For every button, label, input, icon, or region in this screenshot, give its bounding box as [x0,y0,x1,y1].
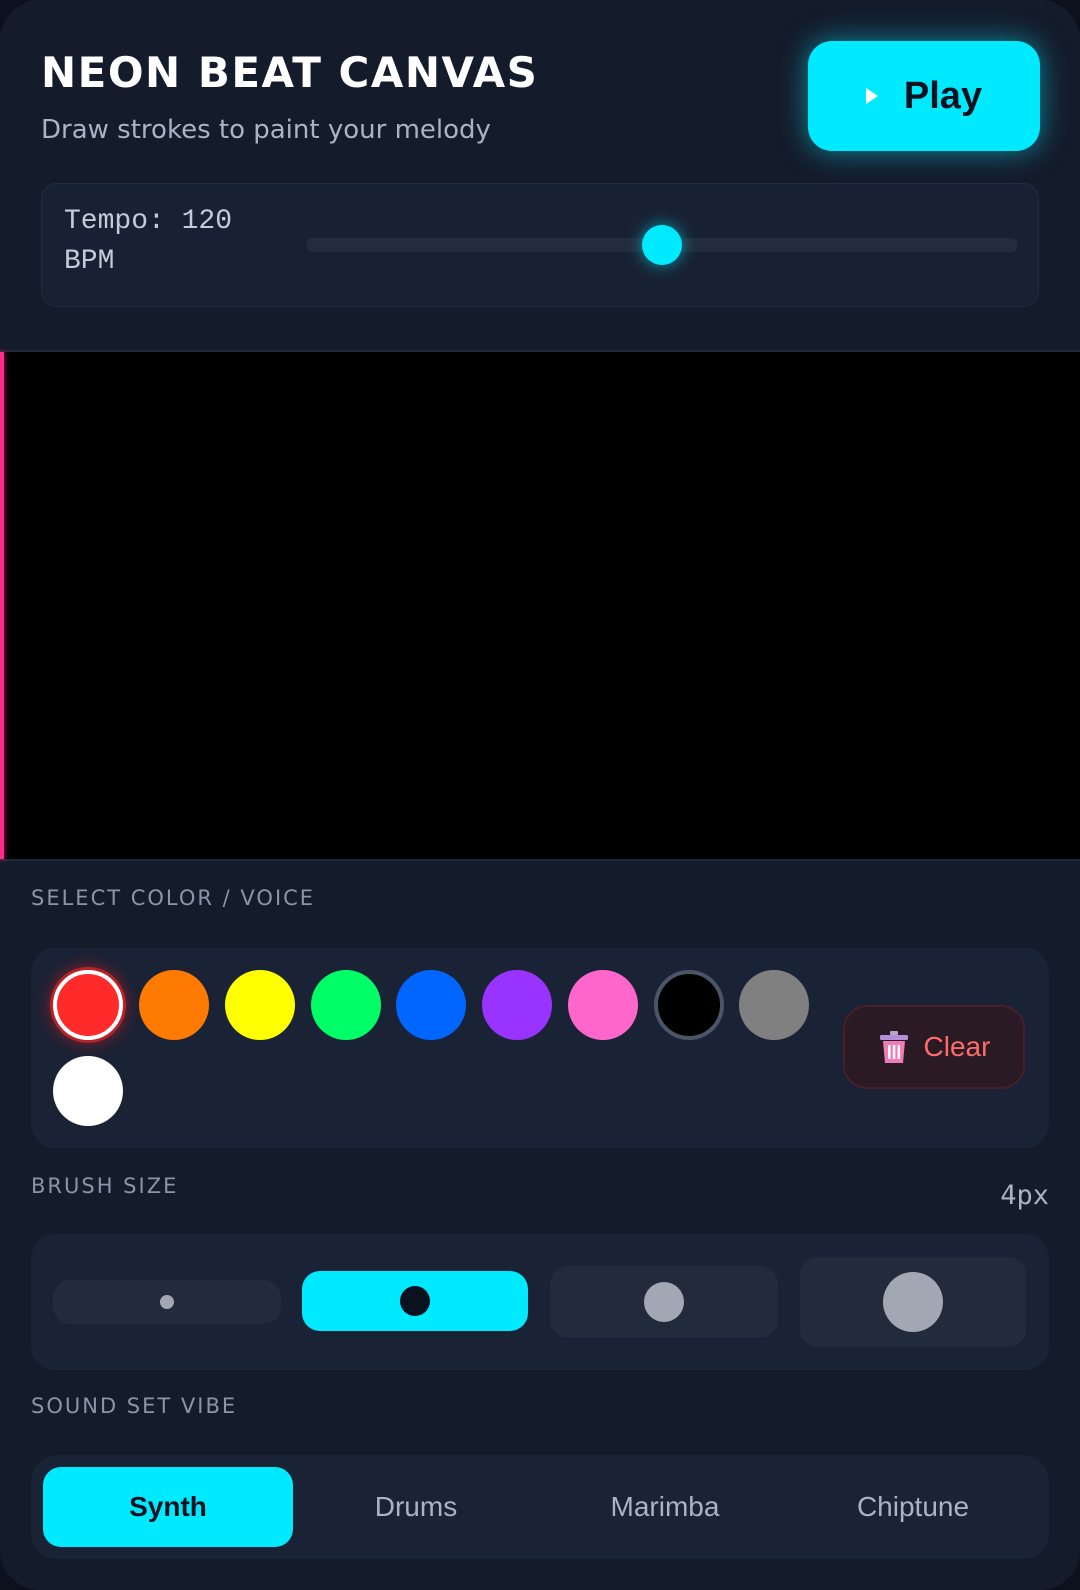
clear-button-label: Clear [923,1031,991,1062]
app-window: NEON BEAT CANVAS Draw strokes to paint y… [0,0,1080,1590]
swatch-red[interactable] [53,970,123,1040]
tempo-slider[interactable] [306,225,1018,265]
brush-section-label: BRUSH SIZE [31,1174,179,1198]
brush-dot-large [644,1282,684,1322]
tempo-label: Tempo: 120 BPM [64,202,304,282]
clear-button[interactable]: Clear [843,1005,1025,1089]
drawing-canvas[interactable] [0,350,1080,861]
swatch-blue[interactable] [396,970,466,1040]
color-section-label: SELECT COLOR / VOICE [31,886,316,910]
swatch-white[interactable] [53,1056,123,1126]
brush-dot-xlarge [883,1272,943,1332]
brush-dot-small [160,1295,174,1309]
brush-size-xlarge[interactable] [800,1257,1026,1347]
play-button-label: Play [903,74,983,117]
page-subtitle: Draw strokes to paint your melody [41,115,491,145]
play-button[interactable]: Play [808,41,1040,151]
color-palette: Clear [31,948,1049,1148]
swatch-gray[interactable] [739,970,809,1040]
playhead [0,352,4,859]
sound-section-label: SOUND SET VIBE [31,1394,238,1418]
swatch-orange[interactable] [139,970,209,1040]
brush-size-value: 4px [1000,1180,1049,1211]
sound-option-drums[interactable]: Drums [291,1467,541,1547]
page-title: NEON BEAT CANVAS [41,48,539,97]
tempo-control: Tempo: 120 BPM [41,183,1039,307]
swatch-black[interactable] [654,970,724,1040]
brush-dot-medium [400,1286,430,1316]
brush-size-selector [31,1234,1049,1370]
tempo-label-unit: BPM [64,246,115,277]
trash-icon [879,1031,908,1063]
sound-set-selector: Synth Drums Marimba Chiptune [31,1455,1049,1559]
brush-size-medium[interactable] [302,1271,528,1331]
swatch-purple[interactable] [482,970,552,1040]
tempo-label-value: Tempo: 120 [64,206,233,237]
swatch-green[interactable] [311,970,381,1040]
brush-size-small[interactable] [53,1280,281,1324]
sound-option-synth[interactable]: Synth [43,1467,293,1547]
header: NEON BEAT CANVAS Draw strokes to paint y… [0,0,1080,350]
swatch-pink[interactable] [568,970,638,1040]
play-icon [865,88,878,104]
brush-size-large[interactable] [550,1266,778,1338]
swatch-yellow[interactable] [225,970,295,1040]
tempo-slider-thumb[interactable] [642,225,682,265]
sound-option-chiptune[interactable]: Chiptune [788,1467,1038,1547]
sound-option-marimba[interactable]: Marimba [540,1467,790,1547]
